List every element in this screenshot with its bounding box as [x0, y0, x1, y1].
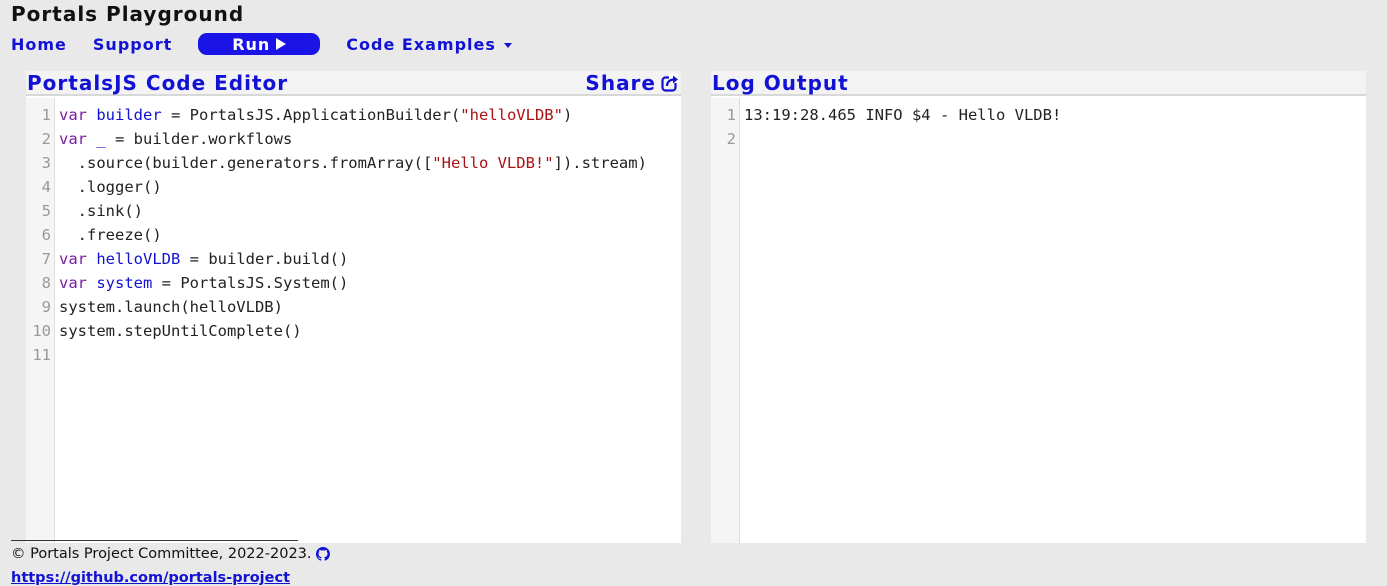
code-token: .freeze(): [59, 226, 162, 244]
code-token: system: [96, 274, 153, 292]
code-line[interactable]: system.launch(helloVLDB): [59, 295, 647, 319]
code-editor-header: PortalsJS Code Editor Share: [26, 71, 681, 96]
code-token: .logger(): [59, 178, 162, 196]
nav-home-link[interactable]: Home: [11, 35, 67, 54]
log-output-body[interactable]: 12 13:19:28.465 INFO $4 - Hello VLDB!: [711, 98, 1366, 543]
code-token: var: [59, 274, 87, 292]
code-line[interactable]: .freeze(): [59, 223, 647, 247]
copyright-text: © Portals Project Committee, 2022-2023.: [11, 546, 312, 562]
log-line-number: 2: [726, 130, 736, 148]
code-line[interactable]: system.stepUntilComplete(): [59, 319, 647, 343]
code-token: system.stepUntilComplete(): [59, 322, 302, 340]
log-output-title: Log Output: [712, 70, 849, 95]
code-token: builder: [96, 106, 162, 124]
github-icon[interactable]: [315, 547, 330, 561]
code-examples-dropdown[interactable]: Code Examples: [346, 35, 512, 54]
app-title: Portals Playground: [11, 2, 245, 26]
caret-down-icon: [503, 42, 512, 48]
code-token: var: [59, 250, 87, 268]
line-number: 4: [41, 178, 51, 196]
line-number: 6: [41, 226, 51, 244]
code-line[interactable]: [59, 343, 647, 367]
code-editor-body[interactable]: 1 2 3 4 5 6 7 8 9 10 11 var builder = PortalsJS.Ap…: [26, 98, 681, 543]
line-number: 5: [41, 202, 51, 220]
log-line-number: 1: [726, 106, 736, 124]
github-link[interactable]: https://github.com/portals-project: [11, 570, 290, 586]
code-examples-label: Code Examples: [346, 34, 496, 54]
line-number: 9: [41, 298, 51, 316]
log-output-panel: Log Output 12 13:19:28.465 INFO $4 - Hel…: [711, 71, 1366, 543]
code-token: helloVLDB: [96, 250, 181, 268]
code-token: = builder.workflows: [105, 130, 293, 148]
code-token: ): [562, 106, 573, 124]
code-text-area[interactable]: var builder = PortalsJS.ApplicationBuild…: [55, 98, 647, 543]
footer-copyright: © Portals Project Committee, 2022-2023.: [11, 546, 330, 562]
run-button-label: Run: [232, 34, 271, 54]
line-number: 2: [41, 130, 51, 148]
code-token: "helloVLDB": [460, 106, 563, 124]
code-token: = PortalsJS.ApplicationBuilder(: [161, 106, 461, 124]
code-line[interactable]: .logger(): [59, 175, 647, 199]
log-line[interactable]: 13:19:28.465 INFO $4 - Hello VLDB!: [744, 103, 1061, 127]
nav-support-link[interactable]: Support: [93, 35, 172, 54]
share-label: Share: [585, 70, 656, 95]
log-line[interactable]: [744, 127, 1061, 151]
line-number: 1: [41, 106, 51, 124]
share-button[interactable]: Share: [585, 71, 679, 95]
line-number: 7: [41, 250, 51, 268]
line-number: 11: [32, 346, 51, 364]
code-token: system.launch(helloVLDB): [59, 298, 283, 316]
code-line[interactable]: var _ = builder.workflows: [59, 127, 647, 151]
code-token: var: [59, 130, 87, 148]
code-line[interactable]: var builder = PortalsJS.ApplicationBuild…: [59, 103, 647, 127]
code-token: = PortalsJS.System(): [152, 274, 349, 292]
line-number-gutter: 1 2 3 4 5 6 7 8 9 10 11: [26, 98, 55, 543]
code-token: .sink(): [59, 202, 143, 220]
code-editor-panel: PortalsJS Code Editor Share 1 2 3 4 5 6 7 8 9 10 1…: [26, 71, 681, 543]
code-line[interactable]: .sink(): [59, 199, 647, 223]
footer-divider: [11, 540, 298, 541]
log-line-number-gutter: 12: [711, 98, 740, 543]
code-token: var: [59, 106, 87, 124]
code-line[interactable]: .source(builder.generators.fromArray(["H…: [59, 151, 647, 175]
run-button[interactable]: Run: [198, 33, 321, 55]
log-output-header: Log Output: [711, 71, 1366, 96]
code-editor-title: PortalsJS Code Editor: [27, 70, 289, 95]
line-number: 10: [32, 322, 51, 340]
code-token: _: [96, 130, 106, 148]
code-line[interactable]: var helloVLDB = builder.build(): [59, 247, 647, 271]
log-text-area[interactable]: 13:19:28.465 INFO $4 - Hello VLDB!: [740, 98, 1061, 543]
code-line[interactable]: var system = PortalsJS.System(): [59, 271, 647, 295]
code-token: ]).stream): [553, 154, 647, 172]
top-nav: Home Support Run Code Examples: [11, 33, 512, 55]
play-icon: [276, 38, 287, 50]
line-number: 8: [41, 274, 51, 292]
code-token: "Hello VLDB!": [432, 154, 554, 172]
code-token: = builder.build(): [180, 250, 349, 268]
share-icon: [661, 73, 679, 92]
line-number: 3: [41, 154, 51, 172]
code-token: .source(builder.generators.fromArray([: [59, 154, 433, 172]
